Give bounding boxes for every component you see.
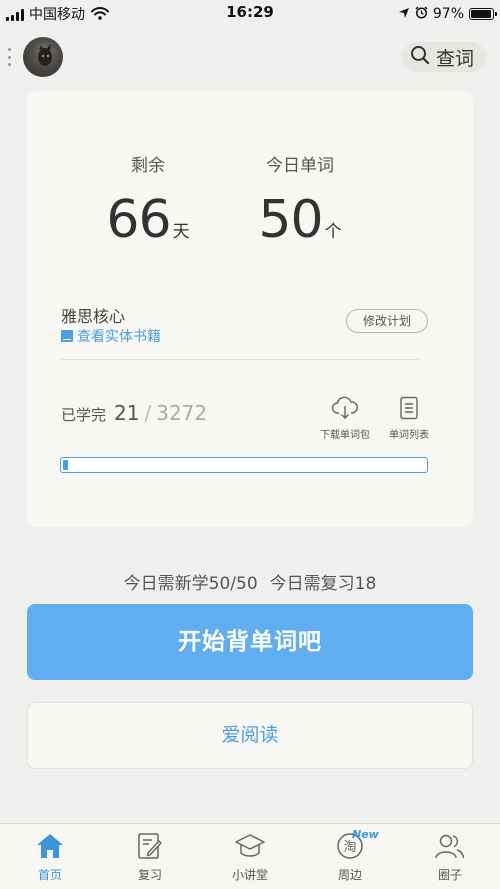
graduation-cap-icon: [210, 830, 290, 860]
download-wordpack-button[interactable]: 下载单词包: [317, 396, 373, 441]
battery-icon: [469, 7, 497, 20]
list-icon: [398, 396, 420, 424]
review-icon: [110, 830, 190, 860]
today-words-value: 50: [258, 190, 323, 250]
today-words-stat: 今日单词 50 个: [215, 151, 385, 246]
word-list-label: 单词列表: [389, 430, 429, 441]
learned-label: 已学完: [61, 406, 107, 424]
lookup-word-button[interactable]: 查词: [402, 42, 486, 72]
remaining-label: 剩余: [131, 156, 165, 176]
learned-progress-text: 已学完 21 / 3272: [61, 401, 207, 425]
status-bar: 中国移动 16:29 97%: [0, 0, 500, 26]
tab-nearby[interactable]: New 淘 周边: [310, 828, 390, 883]
review-needed: 今日需复习18: [269, 574, 377, 594]
tab-lecture[interactable]: 小讲堂: [210, 830, 290, 883]
remaining-days-unit: 天: [172, 222, 190, 242]
tab-home[interactable]: 首页: [10, 830, 90, 883]
tab-home-label: 首页: [37, 868, 62, 882]
tab-review-label: 复习: [137, 868, 162, 882]
status-right: 97%: [398, 4, 497, 23]
search-icon: [410, 45, 430, 69]
remaining-days-stat: 剩余 66 天: [63, 151, 233, 246]
people-icon: [410, 830, 490, 860]
word-list-button[interactable]: 单词列表: [381, 396, 437, 441]
avatar[interactable]: [23, 37, 63, 77]
progress-fill: [63, 460, 68, 470]
home-icon: [10, 830, 90, 860]
book-name: 雅思核心: [61, 307, 126, 326]
bottom-tab-bar: 首页 复习 小讲堂 New 淘 周边 圈子: [0, 823, 500, 889]
tab-circle-label: 圈子: [437, 868, 462, 882]
tab-review[interactable]: 复习: [110, 830, 190, 883]
divider: [61, 359, 419, 360]
love-reading-button[interactable]: 爱阅读: [27, 702, 473, 769]
new-words-needed: 今日需新学50/50: [123, 574, 258, 594]
tab-nearby-label: 周边: [337, 868, 362, 882]
view-physical-book-link[interactable]: 查看实体书籍: [61, 326, 161, 346]
book-icon: [61, 330, 73, 342]
download-wordpack-label: 下载单词包: [320, 430, 370, 441]
study-plan-card: 剩余 66 天 今日单词 50 个 雅思核心 查看实体书籍 修改计划 已学完 2…: [27, 91, 473, 527]
start-memorizing-button[interactable]: 开始背单词吧: [27, 604, 473, 680]
remaining-days-value: 66: [106, 190, 171, 250]
more-dots-icon[interactable]: [8, 48, 12, 66]
lookup-word-label: 查词: [436, 47, 475, 70]
total-count: 3272: [156, 401, 208, 425]
learned-separator: /: [144, 401, 152, 425]
today-words-label: 今日单词: [266, 156, 334, 176]
edit-plan-button[interactable]: 修改计划: [346, 309, 428, 333]
daily-summary: 今日需新学50/50 今日需复习18: [0, 569, 500, 594]
view-physical-book-label: 查看实体书籍: [77, 329, 161, 345]
cloud-download-icon: [331, 396, 359, 424]
alarm-icon: [415, 4, 428, 23]
svg-text:淘: 淘: [343, 840, 356, 855]
learning-progress-bar: [60, 457, 428, 473]
tab-circle[interactable]: 圈子: [410, 830, 490, 883]
battery-percent: 97%: [432, 5, 464, 22]
today-words-unit: 个: [324, 222, 342, 242]
new-badge: New: [352, 828, 379, 841]
location-icon: [398, 4, 410, 23]
tab-lecture-label: 小讲堂: [231, 868, 268, 882]
learned-count: 21: [114, 401, 140, 425]
